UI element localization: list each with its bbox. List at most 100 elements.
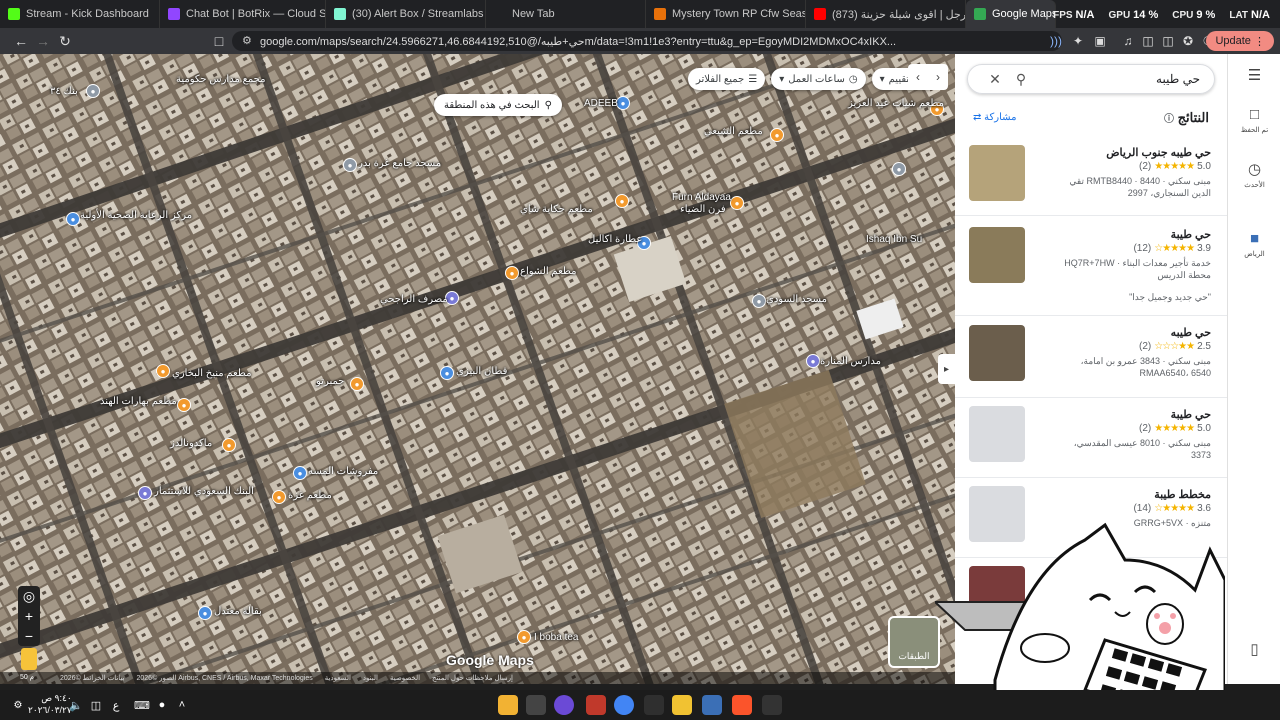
poi-label[interactable]: عطارة اكاليل xyxy=(588,234,642,245)
update-button[interactable]: Update ⋮ xyxy=(1206,31,1274,51)
credit-text[interactable]: السعودية xyxy=(325,674,351,682)
restaurant-pin[interactable]: ● xyxy=(156,364,170,378)
place-name[interactable]: حي طيبة xyxy=(1171,228,1211,241)
poi-label[interactable]: مسجد السودي xyxy=(766,294,827,305)
place-thumbnail[interactable] xyxy=(969,325,1025,381)
extensions-icon[interactable]: ✦ xyxy=(1070,33,1086,49)
search-this-area-button[interactable]: ⚲ البحث في هذه المنطقة xyxy=(434,94,562,116)
app-icon[interactable] xyxy=(586,695,606,715)
poi-label[interactable]: بقالة معتدل xyxy=(214,606,262,617)
poi-label[interactable]: مصرف الراجحي xyxy=(380,294,448,305)
bookmark-icon[interactable]: □ xyxy=(208,30,230,52)
tab-search-icon[interactable]: ◫ xyxy=(1160,33,1176,49)
reload-icon[interactable]: ↻ xyxy=(54,30,76,52)
address-bar[interactable]: ⚙ google.com/maps/search/حي+طيبه/@24.596… xyxy=(232,31,1062,51)
forward-icon[interactable]: → xyxy=(32,30,54,52)
restaurant-pin[interactable]: ● xyxy=(517,630,531,644)
restaurant-pin[interactable]: ● xyxy=(730,196,744,210)
collapse-panel-button[interactable]: ▸ xyxy=(938,354,955,384)
shop-pin[interactable]: ● xyxy=(440,366,454,380)
poi-label[interactable]: مطعم شيات عيد العزيز xyxy=(848,98,944,109)
recent-button[interactable]: ◷ الأحدث xyxy=(1228,160,1280,189)
tab-google-maps[interactable]: Google Maps xyxy=(966,0,1056,28)
tab-mystery-town[interactable]: Mystery Town RP Cfw Season 7 xyxy=(646,0,806,28)
restaurant-pin[interactable]: ● xyxy=(770,128,784,142)
poi-label[interactable]: مفروشات المسه xyxy=(308,466,378,477)
hours-filter-chip[interactable]: ◷ ساعات العمل ▾ xyxy=(771,68,866,90)
restaurant-pin[interactable]: ● xyxy=(222,438,236,452)
my-location-icon[interactable]: ◎ xyxy=(23,586,35,606)
shop-pin[interactable]: ● xyxy=(293,466,307,480)
tab-new-tab[interactable]: New Tab xyxy=(486,0,646,28)
poi-label[interactable]: مطعم غزة xyxy=(288,490,332,501)
layers-button[interactable]: الطبقات xyxy=(888,616,940,668)
poi-label[interactable]: مركز الرعاية الصحية الأولية xyxy=(80,210,192,221)
network-icon[interactable]: ◫ xyxy=(86,695,106,715)
poi-label[interactable]: البنك السعودي للاستثمار xyxy=(154,486,254,497)
poi-label[interactable]: Ishaq Ibn Su xyxy=(866,234,922,245)
settings-icon[interactable]: ⚙ xyxy=(8,695,28,715)
leo-icon[interactable]: ✪ xyxy=(1180,33,1196,49)
sidebar-icon[interactable]: ◫ xyxy=(1140,33,1156,49)
place-thumbnail[interactable] xyxy=(969,406,1025,462)
tab-youtube[interactable]: (873) راح ورجل | اقوى شيلة حزينة xyxy=(806,0,966,28)
poi-label[interactable]: I boba tea xyxy=(534,632,578,643)
shop-pin[interactable]: ● xyxy=(616,96,630,110)
poi-label[interactable]: ماكدونالدز xyxy=(170,438,212,449)
share-button[interactable]: مشاركة ⇄ xyxy=(973,112,1016,123)
chip-scroll-arrows[interactable]: ‹ › xyxy=(908,64,948,90)
mosque-pin[interactable]: ● xyxy=(752,294,766,308)
brave-icon[interactable] xyxy=(732,695,752,715)
app-icon[interactable] xyxy=(644,695,664,715)
list-item[interactable]: حي طيبه جنوب الرياض 5.0 ★★★★★ (2) مبنى سكن… xyxy=(955,134,1227,216)
wallet-icon[interactable]: ▣ xyxy=(1092,33,1108,49)
poi-label[interactable]: مطعم الشواع xyxy=(520,266,576,277)
media-icon[interactable]: ♫ xyxy=(1120,33,1136,49)
volume-icon[interactable]: 🔈 xyxy=(66,695,86,715)
place-thumbnail[interactable] xyxy=(969,145,1025,201)
recent-place-riyadh[interactable]: ■ الرياض xyxy=(1228,230,1280,258)
hospital-pin[interactable]: ● xyxy=(66,212,80,226)
list-item[interactable]: حي طيبة 3.9 ★★★★☆ (12) خدمة تأجير معدات ال… xyxy=(955,216,1227,316)
place-name[interactable]: حي طيبة xyxy=(1171,408,1211,421)
back-icon[interactable]: ← xyxy=(10,30,32,52)
poi-label[interactable]: مطعم منيخ البخاري xyxy=(172,368,251,379)
poi-label[interactable]: مجمع مدارس حكومية xyxy=(176,74,266,85)
restaurant-pin[interactable]: ● xyxy=(272,490,286,504)
poi-label[interactable]: مطعم بهارات الهند xyxy=(100,396,177,407)
chevron-right-icon[interactable]: › xyxy=(936,70,940,84)
poi-label[interactable]: Furn Aldayaa xyxy=(672,192,731,203)
file-explorer-icon[interactable] xyxy=(672,695,692,715)
poi-label[interactable]: مطعم الشيعي xyxy=(704,126,763,137)
chrome-icon[interactable] xyxy=(614,695,634,715)
poi-label[interactable]: قطان البيزي xyxy=(456,366,507,377)
place-name[interactable]: حي طيبه جنوب الرياض xyxy=(1106,146,1211,159)
bank-pin[interactable]: ● xyxy=(138,486,152,500)
microphone-icon[interactable]: ● xyxy=(152,695,172,715)
list-item[interactable]: حي طيبه 2.5 ★★☆☆☆ (2) مبنى سكني · 3843 عمر… xyxy=(955,316,1227,398)
search-box[interactable]: حي طيبه ⚲ ✕ xyxy=(967,64,1215,94)
zoom-out-button[interactable]: − xyxy=(25,626,33,646)
chevron-up-icon[interactable]: ˄ xyxy=(172,695,192,715)
app-icon[interactable] xyxy=(762,695,782,715)
tab-botrix[interactable]: Chat Bot | BotRix — Cloud Streamin xyxy=(160,0,326,28)
street-view-pegman-icon[interactable] xyxy=(21,648,37,670)
shop-pin[interactable]: ● xyxy=(198,606,212,620)
input-language-indicator[interactable]: ع xyxy=(106,695,126,715)
site-info-icon[interactable]: ⚙ xyxy=(242,34,252,47)
mosque-pin[interactable]: ● xyxy=(892,162,906,176)
obs-icon[interactable] xyxy=(554,695,574,715)
search-icon[interactable]: ⚲ xyxy=(1008,71,1034,88)
all-filters-chip[interactable]: ☰ جميع الفلاتر xyxy=(688,68,766,90)
map-scale[interactable]: 50 م xyxy=(20,673,34,681)
app-icon[interactable] xyxy=(526,695,546,715)
feedback-link[interactable]: إرسال ملاحظات حول المنتج xyxy=(432,674,513,682)
privacy-link[interactable]: الخصوصية xyxy=(390,674,420,682)
poi-label[interactable]: مسجد جامع غرة بدر xyxy=(358,158,441,169)
restaurant-pin[interactable]: ● xyxy=(350,377,364,391)
zoom-in-button[interactable]: + xyxy=(25,606,33,626)
poi-label[interactable]: بنك ٣٤ xyxy=(50,86,78,97)
tab-kick-dashboard[interactable]: Stream - Kick Dashboard xyxy=(0,0,160,28)
chevron-left-icon[interactable]: ‹ xyxy=(916,70,920,84)
info-icon[interactable]: ⓘ xyxy=(1164,114,1174,125)
